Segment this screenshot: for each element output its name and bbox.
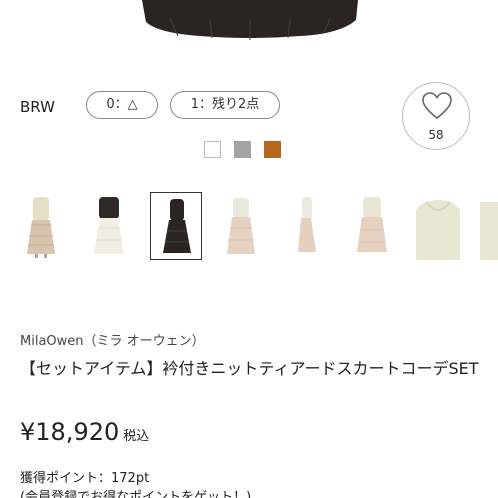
- points-earned: 獲得ポイント：172pt: [20, 471, 150, 486]
- thumbnail-7[interactable]: [476, 192, 498, 260]
- product-main-image[interactable]: [0, 0, 498, 60]
- price: ¥18,920: [20, 418, 120, 446]
- size-stock-pill-1[interactable]: 1：残り2点: [170, 91, 280, 119]
- price-row: ¥18,920 税込: [20, 418, 149, 446]
- tax-label: 税込: [123, 429, 150, 444]
- favorite-button[interactable]: 58: [402, 82, 470, 150]
- heart-icon: [422, 92, 452, 120]
- points-note: (会員登録でお得なポイントをゲット！): [20, 490, 252, 498]
- thumbnail-2-selected[interactable]: [150, 192, 202, 260]
- thumbnail-0[interactable]: [15, 192, 67, 260]
- thumbnail-3[interactable]: [215, 192, 267, 260]
- product-title: 【セットアイテム】衿付きニットティアードスカートコーデSET: [20, 359, 479, 378]
- thumbnail-1[interactable]: [83, 192, 135, 260]
- color-swatch-white[interactable]: [204, 141, 221, 158]
- thumbnail-4[interactable]: [280, 192, 332, 260]
- color-name-label: BRW: [20, 98, 55, 116]
- color-swatch-gray[interactable]: [234, 141, 251, 158]
- size-stock-pill-0[interactable]: 0：△: [86, 91, 158, 119]
- color-swatch-brown[interactable]: [264, 141, 281, 158]
- brand-name[interactable]: MilaOwen（ミラ オーウェン）: [20, 330, 205, 349]
- thumbnail-5[interactable]: [346, 192, 398, 260]
- thumbnail-6[interactable]: [412, 192, 464, 260]
- thumbnail-strip: [0, 192, 498, 260]
- favorite-count: 58: [428, 128, 444, 142]
